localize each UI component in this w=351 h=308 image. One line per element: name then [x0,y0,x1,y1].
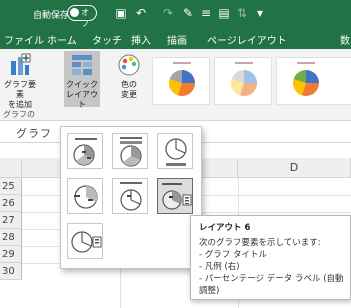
ribbon-tabs: ファイル ホーム タッチ 挿入 描画 ページレイアウト 数 [0,27,351,49]
quick-layout-gallery [60,126,202,269]
tab-file[interactable]: ファイル [4,32,44,47]
pie-preview [169,70,195,96]
layout-tooltip: レイアウト 6 次のグラフ要素を示しています: - グラフ タイトル - 凡例 … [190,215,351,300]
layout-4-option[interactable] [67,178,103,214]
layout-6-option[interactable] [157,178,193,214]
quick-layout-icon [70,53,94,77]
customize-icon[interactable]: ▾ [252,5,268,21]
add-chart-element-icon [8,53,32,77]
style-title-line [297,62,315,64]
change-colors-button[interactable]: 色の 変更 [112,51,146,107]
undo-icon[interactable]: ↶ [133,5,149,21]
autosave-toggle[interactable]: オフ [67,5,97,28]
style-title-line [235,62,253,64]
row-header[interactable]: 28 [0,229,22,246]
toggle-knob [70,8,79,17]
tooltip-intro: 次のグラフ要素を示しています: [199,238,321,248]
row-header[interactable]: 25 [0,178,22,195]
tooltip-line: - 凡例 (右) [199,262,240,272]
tab-home[interactable]: ホーム [47,32,77,47]
ribbon: グラフ要素 を追加 クイック レイアウト 色の 変更 グラフの [0,49,351,121]
layout-5-option[interactable] [112,178,148,214]
title-bar: 自動保存 オフ ▣ ↶ ↷ ✎ ≡ ▤ ⇅ ▾ [0,0,351,28]
quick-layout-button[interactable]: クイック レイアウト [64,51,100,109]
select-all-corner[interactable] [0,158,22,178]
tooltip-line: - グラフ タイトル [199,250,267,260]
name-box[interactable]: グラフ [16,125,52,141]
quick-layout-label: クイック レイアウト [66,80,98,109]
add-chart-element-label: グラフ要素 を追加 [4,80,36,109]
tooltip-line: 調整) [199,286,220,296]
pie-preview [293,70,319,96]
layout-1-option[interactable] [67,133,103,169]
document-icon[interactable]: ▤ [216,5,232,21]
autosave-label: 自動保存 [33,11,70,21]
tab-touch[interactable]: タッチ [92,32,122,47]
redo-icon[interactable]: ↷ [160,5,176,21]
layout-3-option[interactable] [157,133,193,169]
tooltip-title: レイアウト 6 [199,223,251,233]
sort-icon[interactable]: ⇅ [234,5,250,21]
row-header[interactable]: 30 [0,263,22,280]
group-label: グラフの [3,110,35,119]
format-painter-icon[interactable]: ✎ [180,5,196,21]
palette-icon [117,53,141,77]
tab-formulas[interactable]: 数 [340,32,350,47]
style-title-line [173,62,191,64]
row-header[interactable]: 26 [0,195,22,212]
layout-7-option[interactable] [67,223,103,259]
row-header[interactable]: 27 [0,212,22,229]
autosave-state: オフ [81,8,89,28]
change-colors-label: 色の 変更 [121,80,137,99]
column-header-d[interactable]: D [238,158,351,178]
tab-insert[interactable]: 挿入 [131,32,151,47]
chart-style-1[interactable] [152,57,210,105]
row-header[interactable]: 29 [0,246,22,263]
add-chart-element-button[interactable]: グラフ要素 を追加 [2,51,38,109]
tab-page-layout[interactable]: ページレイアウト [207,32,287,47]
tab-draw[interactable]: 描画 [167,32,187,47]
chart-style-2[interactable] [214,57,272,105]
chart-style-3[interactable] [276,57,351,105]
save-icon[interactable]: ▣ [113,5,129,21]
layout-2-option[interactable] [112,133,148,169]
pie-preview [231,70,257,96]
list-icon[interactable]: ≡ [198,5,214,21]
tooltip-line: - パーセンテージ データ ラベル (自動 [199,274,344,284]
